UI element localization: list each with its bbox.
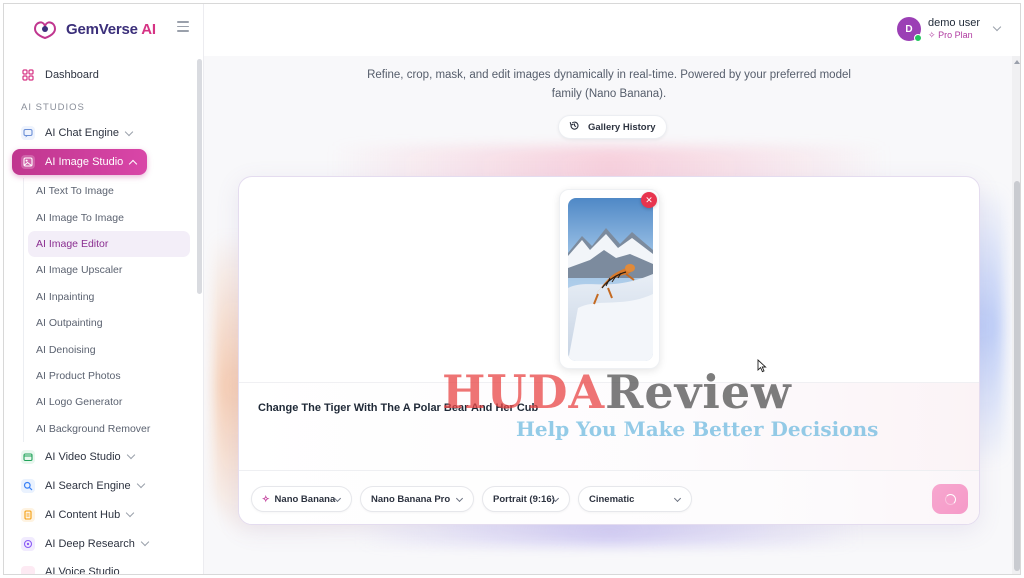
mouse-cursor-icon xyxy=(757,359,767,373)
chevron-down-icon xyxy=(125,509,135,518)
menu-toggle-icon[interactable] xyxy=(177,21,189,33)
chevron-down-icon xyxy=(136,480,145,489)
scroll-up-icon[interactable] xyxy=(1014,60,1020,64)
sidebar-item-label: AI Search Engine xyxy=(45,479,131,492)
gallery-history-button[interactable]: Gallery History xyxy=(558,115,667,139)
uploaded-image-card[interactable] xyxy=(559,189,660,369)
user-menu[interactable]: D demo user ✧ Pro Plan xyxy=(897,17,1002,42)
page-scrollbar[interactable] xyxy=(1012,56,1020,574)
sidebar-subitem-outpainting[interactable]: AI Outpainting xyxy=(24,310,192,336)
style-select[interactable]: Cinematic xyxy=(578,486,692,512)
sidebar-item-label: AI Video Studio xyxy=(45,450,121,463)
chevron-down-icon xyxy=(673,494,682,503)
sidebar-subitem-inpainting[interactable]: AI Inpainting xyxy=(24,284,192,310)
sidebar-item-voice-studio[interactable]: AI Voice Studio xyxy=(12,560,192,574)
sidebar-item-label: AI Content Hub xyxy=(45,508,121,521)
chevron-down-icon xyxy=(126,451,135,460)
prompt-text[interactable]: Change The Tiger With The A Polar Bear A… xyxy=(258,402,538,414)
section-label: AI STUDIOS xyxy=(21,102,85,113)
sparkle-icon: ✧ xyxy=(928,30,939,40)
sidebar-item-label: Dashboard xyxy=(45,69,99,81)
model-family-value: Nano Banana xyxy=(274,493,336,505)
style-value: Cinematic xyxy=(589,493,635,505)
sidebar: GemVerse AI Dashboard AI STUDIOS AI Chat… xyxy=(4,4,204,574)
editor-card: ✕ Change The Tiger With The A Polar Bear… xyxy=(238,176,980,525)
sidebar-subitem-image-editor[interactable]: AI Image Editor xyxy=(28,230,190,258)
model-family-select[interactable]: ✧ Nano Banana xyxy=(251,486,352,512)
sidebar-item-image-studio[interactable]: AI Image Studio xyxy=(12,149,147,175)
model-value: Nano Banana Pro xyxy=(371,493,451,505)
chat-icon xyxy=(21,126,35,140)
sidebar-subitem-background-remover[interactable]: AI Background Remover xyxy=(24,416,192,442)
logo-icon xyxy=(30,17,60,41)
model-select[interactable]: Nano Banana Pro xyxy=(360,486,474,512)
sparkle-icon: ✧ xyxy=(262,493,270,504)
sidebar-subitem-image-to-image[interactable]: AI Image To Image xyxy=(24,204,192,230)
top-header: D demo user ✧ Pro Plan xyxy=(204,4,1020,56)
chevron-down-icon xyxy=(124,127,134,136)
sidebar-scrollbar[interactable] xyxy=(197,59,202,294)
sidebar-item-label: AI Image Studio xyxy=(45,156,124,168)
image-studio-submenu: AI Text To Image AI Image To Image AI Im… xyxy=(23,178,192,442)
sidebar-subitem-logo-generator[interactable]: AI Logo Generator xyxy=(24,389,192,415)
sidebar-item-search-engine[interactable]: AI Search Engine xyxy=(12,473,192,499)
dashboard-icon xyxy=(21,68,35,82)
generate-button[interactable] xyxy=(932,484,968,514)
chevron-down-icon xyxy=(455,494,464,503)
loading-spinner-icon xyxy=(944,493,956,505)
research-icon xyxy=(21,536,35,551)
close-icon: ✕ xyxy=(645,194,653,205)
sidebar-subitem-text-to-image[interactable]: AI Text To Image xyxy=(24,178,192,204)
sidebar-item-chat-engine[interactable]: AI Chat Engine xyxy=(12,120,192,146)
voice-icon xyxy=(21,565,35,574)
sidebar-item-dashboard[interactable]: Dashboard xyxy=(12,62,192,88)
image-icon xyxy=(21,155,35,169)
document-icon xyxy=(21,507,35,522)
sidebar-subitem-image-upscaler[interactable]: AI Image Upscaler xyxy=(24,257,192,283)
user-name: demo user xyxy=(928,17,980,29)
prompt-input[interactable]: Change The Tiger With The A Polar Bear A… xyxy=(239,382,979,470)
sidebar-item-content-hub[interactable]: AI Content Hub xyxy=(12,502,192,528)
scrollbar-thumb[interactable] xyxy=(1014,181,1020,571)
sidebar-item-label: AI Deep Research xyxy=(45,537,135,550)
history-icon xyxy=(569,120,580,134)
uploaded-image xyxy=(568,198,653,361)
generation-controls: ✧ Nano Banana Nano Banana Pro Portrait (… xyxy=(239,470,979,524)
logo-text: GemVerse AI xyxy=(66,20,156,38)
chevron-down-icon xyxy=(992,22,1002,32)
avatar: D xyxy=(897,17,923,42)
gallery-history-label: Gallery History xyxy=(588,121,656,133)
sidebar-item-deep-research[interactable]: AI Deep Research xyxy=(12,531,192,557)
main-content: Refine, crop, mask, and edit images dyna… xyxy=(204,56,1012,574)
page-subtitle: Refine, crop, mask, and edit images dyna… xyxy=(367,69,851,100)
sidebar-item-label: AI Chat Engine xyxy=(45,127,119,139)
sidebar-item-video-studio[interactable]: AI Video Studio xyxy=(12,444,192,470)
app-window: GemVerse AI Dashboard AI STUDIOS AI Chat… xyxy=(3,3,1021,575)
sidebar-subitem-product-photos[interactable]: AI Product Photos xyxy=(24,363,192,389)
sidebar-nav: Dashboard AI STUDIOS AI Chat Engine AI I… xyxy=(12,62,192,574)
sidebar-item-label: AI Voice Studio xyxy=(45,565,120,574)
online-status-icon xyxy=(914,34,923,42)
remove-image-button[interactable]: ✕ xyxy=(641,192,657,208)
aspect-ratio-select[interactable]: Portrait (9:16) xyxy=(482,486,570,512)
chevron-down-icon xyxy=(140,538,150,547)
sidebar-subitem-denoising[interactable]: AI Denoising xyxy=(24,336,192,362)
aspect-ratio-value: Portrait (9:16) xyxy=(493,493,555,505)
chevron-up-icon xyxy=(129,159,138,168)
logo[interactable]: GemVerse AI xyxy=(4,4,204,54)
user-plan: ✧ Pro Plan xyxy=(928,30,973,40)
video-icon xyxy=(21,449,35,464)
search-icon xyxy=(21,478,35,493)
